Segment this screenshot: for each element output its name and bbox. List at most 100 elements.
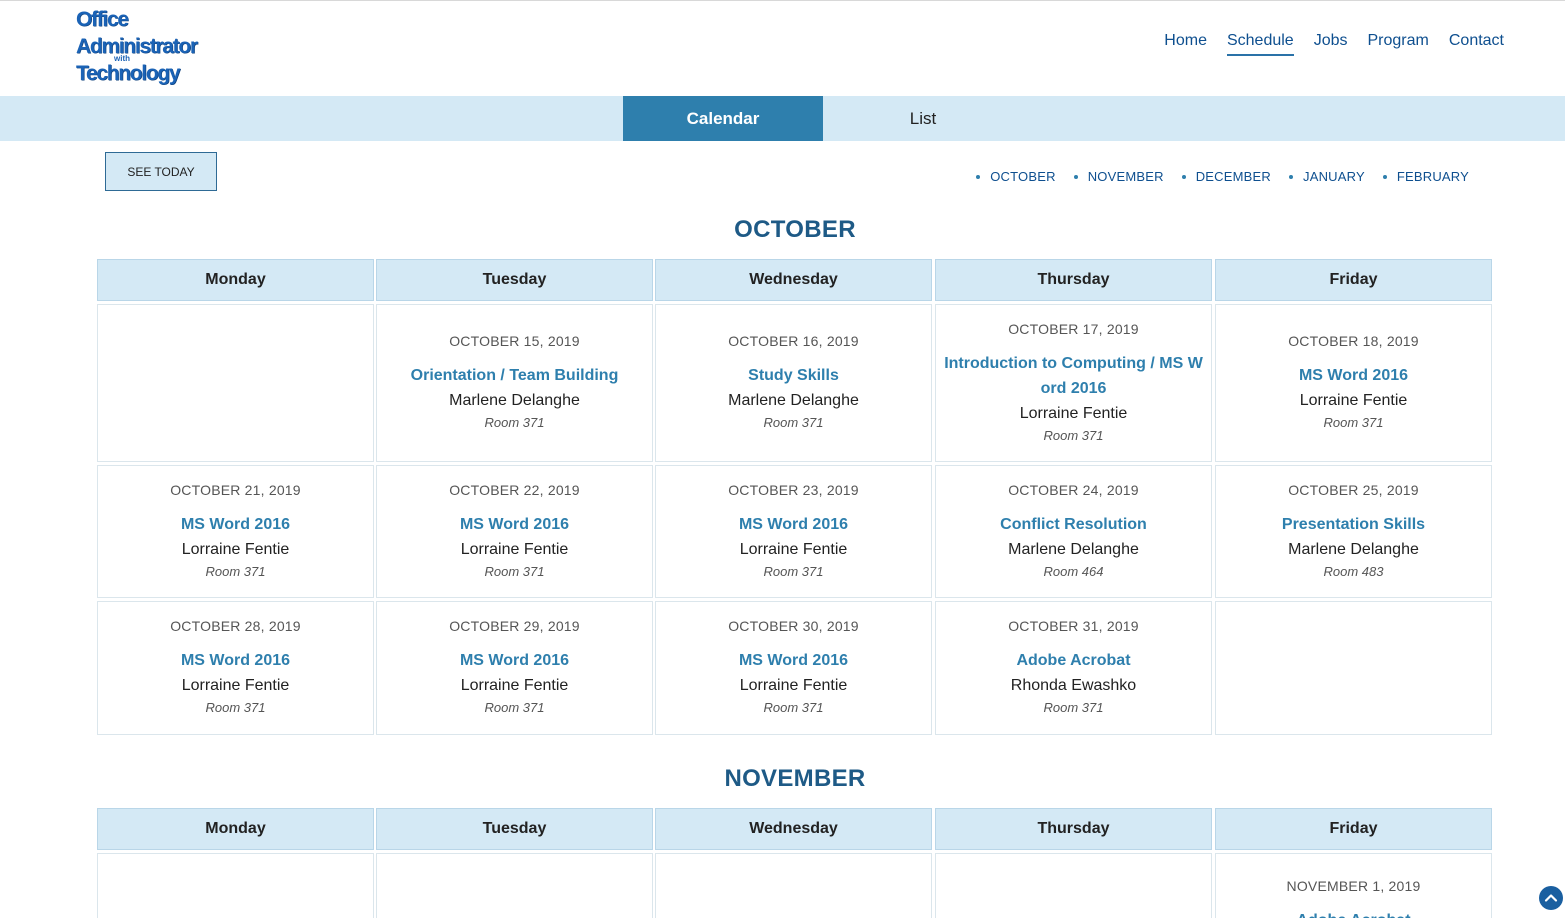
month-link-november[interactable]: NOVEMBER (1073, 169, 1164, 184)
event-date: OCTOBER 17, 2019 (1008, 320, 1139, 337)
event-date: OCTOBER 22, 2019 (449, 481, 580, 498)
main-nav: Home Schedule Jobs Program Contact (1144, 32, 1504, 56)
site-header: Office Administrator with Technology Hom… (0, 1, 1565, 96)
event-course-link[interactable]: Conflict Resolution (1000, 512, 1147, 537)
month-link-january[interactable]: JANUARY (1289, 169, 1365, 184)
weekday-header-monday: Monday (97, 808, 374, 850)
event-date: OCTOBER 21, 2019 (170, 481, 301, 498)
day-cell: OCTOBER 21, 2019 MS Word 2016 Lorraine Fen… (97, 465, 374, 598)
event-date: OCTOBER 18, 2019 (1288, 333, 1419, 349)
event-course-link[interactable]: MS Word 2016 (460, 512, 569, 537)
nav-schedule[interactable]: Schedule (1226, 32, 1294, 56)
day-cell: OCTOBER 25, 2019 Presentation Skills Marle… (1215, 465, 1492, 598)
event-instructor: Lorraine Fentie (739, 540, 848, 558)
event-instructor: Lorraine Fentie (739, 677, 848, 694)
day-cell: OCTOBER 29, 2019 MS Word 2016 Lorraine Fen… (376, 601, 653, 735)
event-course-link[interactable]: Adobe Acrobat (1296, 908, 1410, 918)
month-title-november: NOVEMBER (724, 765, 866, 792)
event-date: OCTOBER 16, 2019 (728, 333, 859, 349)
empty-day-cell (1215, 601, 1492, 735)
event-course-link[interactable]: MS Word 2016 (460, 648, 569, 673)
day-cell: OCTOBER 28, 2019 MS Word 2016 Lorraine Fen… (97, 601, 374, 735)
day-cell: OCTOBER 18, 2019 MS Word 2016 Lorraine Fen… (1215, 304, 1492, 462)
day-cell: OCTOBER 30, 2019 MS Word 2016 Lorraine Fen… (655, 601, 932, 735)
event-room: Room 371 (763, 700, 824, 715)
event-room: Room 464 (1043, 563, 1104, 579)
month-link-february[interactable]: FEBRUARY (1382, 169, 1469, 184)
weekday-header-wednesday: Wednesday (655, 259, 932, 301)
bullet-icon (1289, 174, 1293, 179)
event-date: OCTOBER 15, 2019 (449, 333, 580, 349)
tab-list[interactable]: List (823, 96, 1023, 141)
event-room: Room 371 (763, 415, 824, 430)
day-cell: OCTOBER 23, 2019 MS Word 2016 Lorraine Fen… (655, 465, 932, 598)
event-instructor: Lorraine Fentie (181, 540, 290, 558)
month-link-label: FEBRUARY (1396, 169, 1469, 184)
event-course-link[interactable]: MS Word 2016 (739, 512, 848, 537)
event-room: Room 371 (1043, 427, 1104, 443)
weekday-header-thursday: Thursday (935, 808, 1212, 850)
bullet-icon (1382, 174, 1387, 179)
bullet-icon (1181, 174, 1186, 179)
event-room: Room 483 (1323, 563, 1384, 579)
day-cell: OCTOBER 15, 2019 Orientation / Team Build… (376, 304, 653, 462)
event-date: OCTOBER 24, 2019 (1008, 481, 1139, 498)
weekday-header-tuesday: Tuesday (376, 259, 653, 301)
weekday-header-friday: Friday (1215, 808, 1492, 850)
day-cell: OCTOBER 24, 2019 Conflict Resolution Marle… (935, 465, 1212, 598)
month-title-october: OCTOBER (734, 216, 856, 243)
weekday-header-friday: Friday (1215, 259, 1492, 301)
event-instructor: Lorraine Fentie (181, 677, 290, 694)
bullet-icon (976, 174, 981, 179)
event-course-link[interactable]: Presentation Skills (1282, 512, 1425, 537)
month-link-label: DECEMBER (1195, 169, 1271, 184)
empty-day-cell (935, 853, 1212, 918)
event-course-link[interactable]: MS Word 2016 (1299, 363, 1408, 388)
site-logo[interactable]: Office Administrator with Technology (76, 7, 216, 89)
weekday-header-monday: Monday (97, 259, 374, 301)
see-today-button[interactable]: SEE TODAY (105, 152, 217, 191)
nav-jobs[interactable]: Jobs (1314, 32, 1348, 56)
event-date: OCTOBER 28, 2019 (170, 618, 301, 634)
event-date: OCTOBER 25, 2019 (1288, 481, 1419, 498)
event-date: OCTOBER 23, 2019 (728, 481, 859, 498)
event-course-link[interactable]: Orientation / Team Building (411, 363, 619, 388)
day-cell: OCTOBER 31, 2019 Adobe Acrobat Rhonda Ewas… (935, 601, 1212, 735)
empty-day-cell (97, 304, 374, 462)
day-cell: OCTOBER 22, 2019 MS Word 2016 Lorraine Fen… (376, 465, 653, 598)
event-instructor: Lorraine Fentie (1019, 404, 1128, 422)
event-course-link[interactable]: Adobe Acrobat (1016, 648, 1130, 673)
event-course-link[interactable]: MS Word 2016 (181, 648, 290, 673)
event-course-link[interactable]: Study Skills (748, 363, 839, 388)
logo-line-administrator: Administrator (76, 35, 198, 58)
event-instructor: Marlene Delanghe (728, 392, 859, 409)
event-date: OCTOBER 29, 2019 (449, 618, 580, 634)
calendar-grid-november: Monday Tuesday Wednesday Thursday Friday NOVE… (97, 808, 1493, 918)
month-link-label: OCTOBER (990, 169, 1056, 184)
weekday-header-wednesday: Wednesday (655, 808, 932, 850)
day-cell: OCTOBER 16, 2019 Study Skills Marlene Dela… (655, 304, 932, 462)
nav-program[interactable]: Program (1368, 32, 1429, 56)
month-link-december[interactable]: DECEMBER (1181, 169, 1271, 184)
scroll-to-top-button[interactable] (1539, 886, 1563, 910)
event-instructor: Marlene Delanghe (1008, 540, 1139, 558)
nav-home[interactable]: Home (1164, 32, 1207, 56)
view-tab-bar: Calendar List (0, 96, 1565, 141)
nav-contact[interactable]: Contact (1449, 32, 1504, 56)
day-cell: NOVEMBER 1, 2019 Adobe Acrobat (1215, 853, 1492, 918)
logo-line-office: Office (76, 8, 129, 31)
tab-calendar[interactable]: Calendar (623, 96, 823, 141)
empty-day-cell (655, 853, 932, 918)
event-course-link[interactable]: Introduction to Computing / MS Word 2016 (944, 351, 1203, 401)
event-room: Room 371 (205, 563, 266, 579)
event-date: NOVEMBER 1, 2019 (1286, 878, 1421, 894)
month-jump-links: OCTOBER NOVEMBER DECEMBER JANUARY FEBRUA… (958, 169, 1469, 184)
event-course-link[interactable]: MS Word 2016 (739, 648, 848, 673)
event-room: Room 371 (1043, 700, 1104, 715)
chevron-up-icon (1544, 894, 1558, 902)
month-link-october[interactable]: OCTOBER (976, 169, 1056, 184)
event-instructor: Lorraine Fentie (460, 540, 569, 558)
event-course-link[interactable]: MS Word 2016 (181, 512, 290, 537)
event-room: Room 371 (763, 563, 824, 579)
empty-day-cell (376, 853, 653, 918)
